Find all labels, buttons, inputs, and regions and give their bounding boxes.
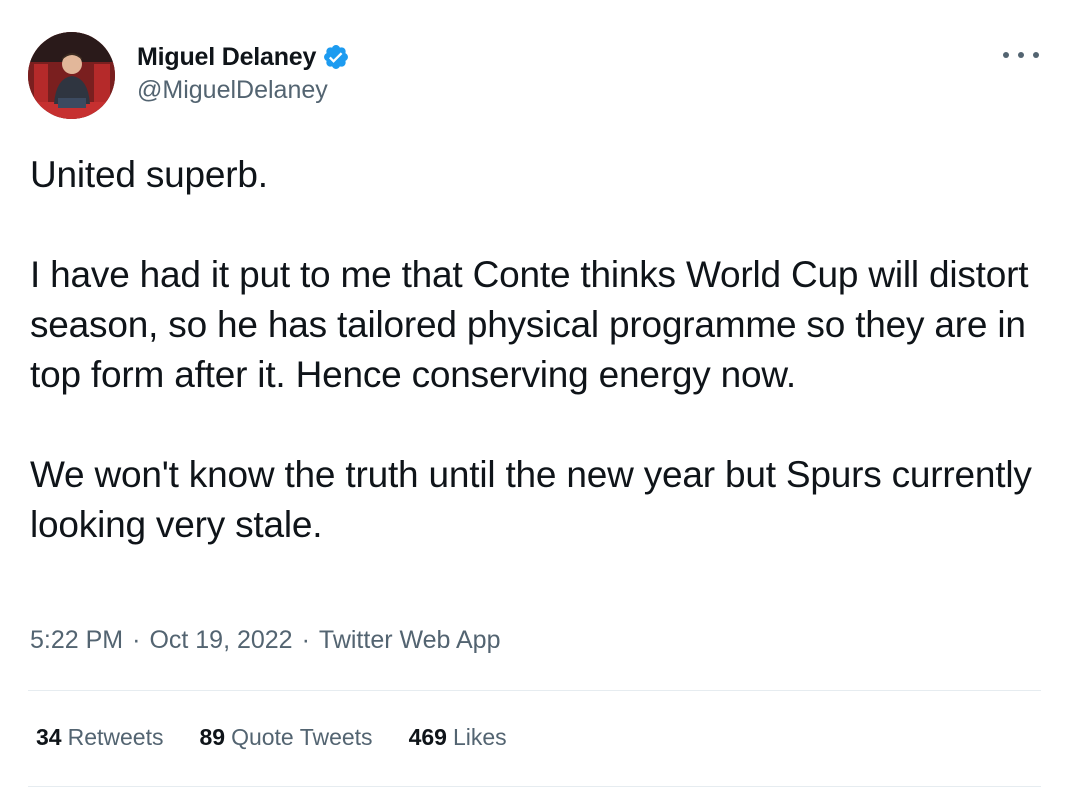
meta-separator: · bbox=[132, 626, 141, 654]
tweet-date[interactable]: Oct 19, 2022 bbox=[149, 626, 292, 655]
verified-badge-icon bbox=[322, 43, 350, 71]
tweet-paragraph-2: I have had it put to me that Conte think… bbox=[30, 254, 1029, 395]
tweet-meta: 5:22 PM · Oct 19, 2022 · Twitter Web App bbox=[30, 626, 501, 655]
tweet-paragraph-3: We won't know the truth until the new ye… bbox=[30, 454, 1032, 545]
avatar-image bbox=[28, 32, 115, 119]
retweets-stat[interactable]: 34 Retweets bbox=[36, 724, 163, 751]
author-name-row[interactable]: Miguel Delaney bbox=[137, 40, 350, 74]
author-handle[interactable]: @MiguelDelaney bbox=[137, 76, 328, 105]
retweets-label: Retweets bbox=[67, 724, 164, 750]
quote-tweets-stat[interactable]: 89 Quote Tweets bbox=[199, 724, 372, 751]
tweet-paragraph-1: United superb. bbox=[30, 154, 268, 195]
quote-tweets-count: 89 bbox=[199, 724, 226, 750]
divider bbox=[28, 690, 1041, 691]
retweets-count: 34 bbox=[36, 724, 62, 750]
likes-count: 469 bbox=[408, 724, 447, 750]
author-display-name[interactable]: Miguel Delaney bbox=[137, 43, 316, 72]
more-options-icon[interactable] bbox=[1003, 42, 1039, 68]
divider bbox=[28, 786, 1041, 787]
tweet-text: United superb. I have had it put to me t… bbox=[30, 150, 1050, 550]
likes-stat[interactable]: 469 Likes bbox=[409, 724, 507, 751]
tweet-source[interactable]: Twitter Web App bbox=[319, 626, 501, 655]
meta-separator: · bbox=[301, 626, 310, 654]
likes-label: Likes bbox=[452, 724, 507, 750]
tweet-stats: 34 Retweets 89 Quote Tweets 469 Likes bbox=[36, 724, 543, 751]
avatar[interactable] bbox=[28, 32, 115, 119]
tweet-time[interactable]: 5:22 PM bbox=[30, 626, 123, 655]
tweet-card: Miguel Delaney @MiguelDelaney United sup… bbox=[0, 0, 1067, 800]
quote-tweets-label: Quote Tweets bbox=[231, 724, 373, 750]
